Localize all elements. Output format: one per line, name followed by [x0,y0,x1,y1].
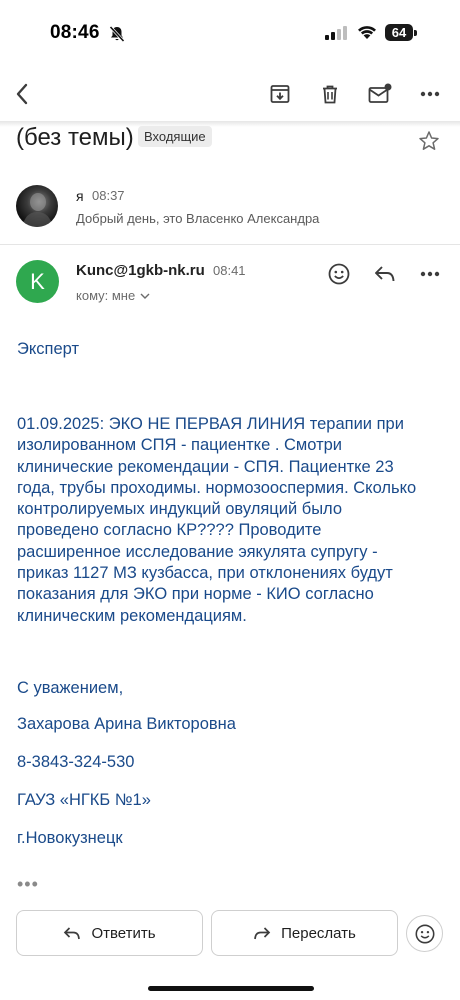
smiley-icon [415,924,434,943]
thread-sender-name: я [76,188,84,204]
body-line: приказ 1127 МЗ кузбасса, при отклонениях… [17,564,393,583]
thread-message-time: 08:37 [92,188,125,203]
mark-unread-icon[interactable] [366,80,394,108]
forward-button-label: Переслать [281,924,356,942]
forward-button[interactable]: Переслать [211,910,398,956]
body-heading: Эксперт [17,340,79,358]
emoji-reaction-icon[interactable] [325,260,353,288]
more-options-icon[interactable] [416,80,444,108]
body-line: года, трубы проходимы. нормозооспермия. … [17,478,417,497]
show-trimmed-content[interactable]: ••• [17,874,39,895]
thread-message-snippet[interactable]: Добрый день, это Власенко Александра [76,211,319,226]
signature-greeting: С уважением, [17,679,124,697]
recipients-label: кому: мне [76,288,136,303]
trash-icon[interactable] [316,80,344,108]
battery-indicator: 64 [385,24,413,41]
signature-organization: ГАУЗ «НГКБ №1» [17,791,151,809]
recipients-toggle[interactable]: кому: мне [76,288,150,303]
sender-avatar-photo[interactable] [16,185,58,227]
inbox-label-chip[interactable]: Входящие [138,126,212,147]
cellular-signal-icon [325,26,347,45]
email-subject: (без темы) [16,124,134,151]
body-line: 01.09.2025: ЭКО НЕ ПЕРВАЯ ЛИНИЯ терапии … [17,415,404,433]
chevron-down-icon [140,293,150,299]
body-line: проведено согласно КР???? Проводите [17,521,322,540]
reply-icon[interactable] [371,260,399,288]
body-line: контролируемых индукций овуляций было [17,500,343,519]
forward-icon [254,926,271,939]
body-line: клиническим рекомендациям. [17,606,247,625]
message-time: 08:41 [213,263,246,278]
silent-bell-icon [108,25,126,48]
signature-name: Захарова Арина Викторовна [17,715,236,733]
archive-icon[interactable] [266,80,294,108]
body-line: показания для ЭКО при норме - КИО соглас… [17,585,374,604]
wifi-icon [357,25,377,45]
emoji-reaction-button[interactable] [406,915,443,952]
status-time: 08:46 [50,22,100,43]
thread-divider [0,244,460,245]
reply-icon [64,926,81,939]
body-line: клинические рекомендации - СПЯ. Пациентк… [17,457,394,476]
back-arrow-icon[interactable] [8,80,36,108]
reply-button[interactable]: Ответить [16,910,203,956]
signature-city: г.Новокузнецк [17,829,123,847]
star-icon[interactable] [418,130,440,157]
body-line: расширенное исследование эякулята супруг… [17,542,378,561]
body-paragraph: 01.09.2025: ЭКО НЕ ПЕРВАЯ ЛИНИЯ терапии … [17,414,447,627]
body-line: изолированном СПЯ - пациентке . Смотри [17,436,343,455]
sender-avatar[interactable]: K [16,260,59,303]
reply-button-label: Ответить [91,924,156,942]
signature-phone[interactable]: 8-3843-324-530 [17,753,134,772]
home-indicator[interactable] [148,986,314,991]
message-more-icon[interactable] [416,260,444,288]
sender-email[interactable]: Kunc@1gkb-nk.ru [76,262,205,279]
battery-tip [414,30,417,36]
